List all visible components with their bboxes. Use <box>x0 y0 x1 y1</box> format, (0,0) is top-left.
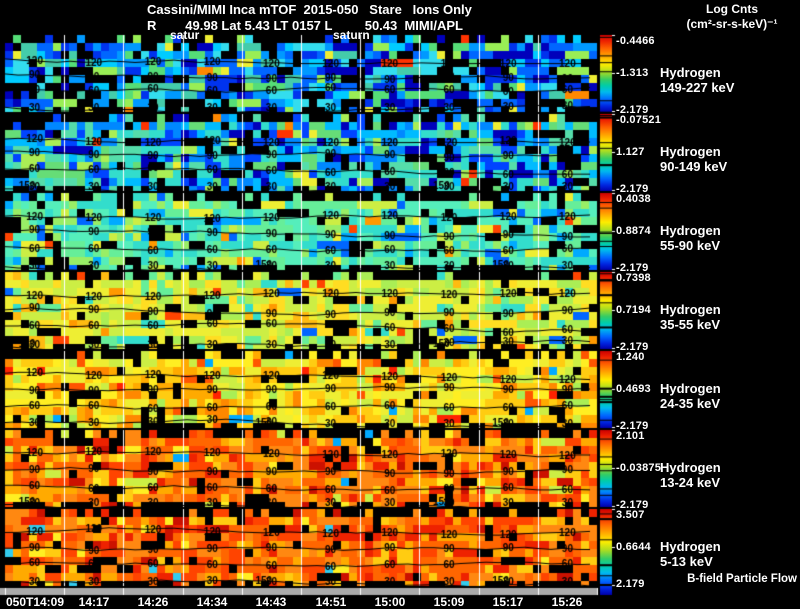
panel-species-label-3: Hydrogen <box>660 302 721 317</box>
cbar-mid-label-3: 0.7194 <box>616 304 651 316</box>
panel-energy-label-2: 55-90 keV <box>660 238 720 253</box>
panel-energy-label-5: 13-24 keV <box>660 475 720 490</box>
panel-species-label-1: Hydrogen <box>660 144 721 159</box>
colorbar-units-line1: Log Cnts <box>706 2 758 16</box>
panel-species-label-6: Hydrogen <box>660 539 721 554</box>
panel-energy-label-0: 149-227 keV <box>660 80 735 95</box>
cbar-min-label-6: 2.179 <box>616 578 645 590</box>
cbar-mid-label-0: -1.313 <box>616 67 649 79</box>
panel-species-label-4: Hydrogen <box>660 381 721 396</box>
cbar-max-label-6: 3.507 <box>616 509 645 521</box>
cbar-max-label-5: 2.101 <box>616 430 645 442</box>
panel-energy-label-4: 24-35 keV <box>660 396 720 411</box>
colorbar-units-line2: (cm²-sr-s-keV)⁻¹ <box>686 17 778 31</box>
cbar-mid-label-1: 1.127 <box>616 146 645 158</box>
panel-species-label-5: Hydrogen <box>660 460 721 475</box>
cbar-mid-label-2: 0.8874 <box>616 225 651 237</box>
panel-species-label-2: Hydrogen <box>660 223 721 238</box>
cbar-mid-label-5: -0.03875 <box>616 462 662 474</box>
saturn-marker-right: saturn <box>333 28 370 42</box>
panel-species-label-0: Hydrogen <box>660 65 721 80</box>
cbar-max-label-0: -0.4466 <box>616 35 655 47</box>
panel-energy-label-6: 5-13 keV <box>660 554 713 569</box>
cbar-max-label-2: 0.4038 <box>616 193 651 205</box>
bfield-particle-flow-label: B-field Particle Flow <box>687 573 797 585</box>
saturn-marker-left: satur <box>170 28 200 42</box>
panel-energy-label-1: 90-149 keV <box>660 159 728 174</box>
spectrogram-screen: Cassini/MIMI Inca mTOF 2015-050 Stare Io… <box>0 0 800 609</box>
time-tick-label-9: 15:26 <box>551 595 583 609</box>
cbar-max-label-3: 0.7398 <box>616 272 651 284</box>
cbar-mid-label-6: 0.6644 <box>616 541 651 553</box>
cbar-mid-label-4: 0.4693 <box>616 383 651 395</box>
cbar-max-label-1: -0.07521 <box>616 114 662 126</box>
plot-title: Cassini/MIMI Inca mTOF 2015-050 Stare Io… <box>147 2 472 17</box>
cbar-max-label-4: 1.240 <box>616 351 645 363</box>
panel-energy-label-3: 35-55 keV <box>660 317 720 332</box>
